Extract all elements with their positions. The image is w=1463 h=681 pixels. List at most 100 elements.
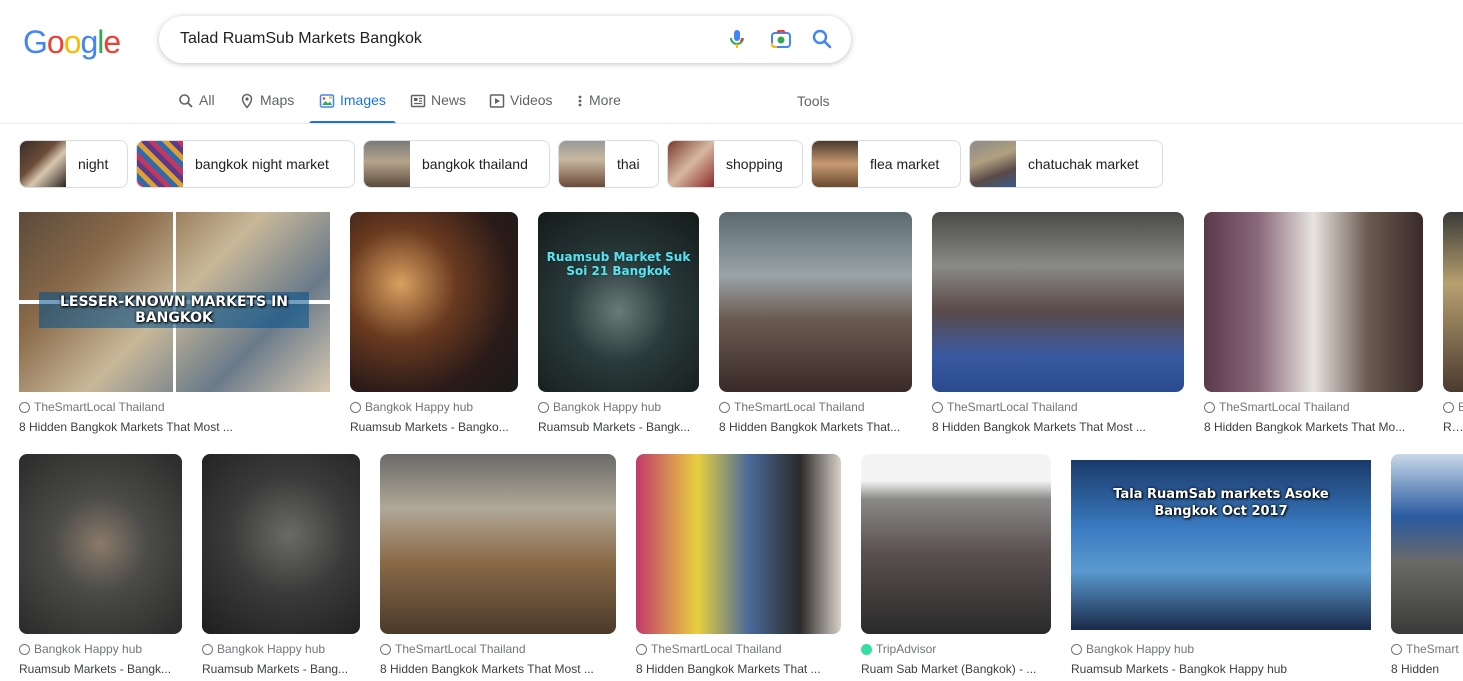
result-title[interactable]: 8 Hidden Bangkok Markets That Most ... (19, 420, 330, 434)
image-result[interactable]: TheSmartLocal Thailand 8 Hidden Bangkok … (1204, 212, 1423, 434)
video-icon (489, 94, 505, 108)
image-result[interactable]: B Rua (1443, 212, 1463, 434)
source-name: TheSmartLocal Thailand (734, 400, 865, 414)
source-name: TheSmartLocal Thailand (1219, 400, 1350, 414)
result-title[interactable]: Ruam Sab Market (Bangkok) - ... (861, 662, 1051, 676)
tab-images[interactable]: Images (309, 88, 396, 124)
image-result[interactable]: TheSmartLocal Thailand 8 Hidden Bangkok … (719, 212, 912, 434)
result-thumbnail: Ruamsub Market Suk Soi 21 Bangkok (538, 212, 699, 392)
tab-more[interactable]: More (576, 88, 621, 124)
result-source: Bangkok Happy hub (1071, 642, 1371, 656)
result-title[interactable]: 8 Hidden (1391, 662, 1463, 676)
tab-all[interactable]: All (178, 88, 215, 124)
chip-thumbnail (812, 141, 858, 187)
result-source: TheSmartLocal Thailand (1204, 400, 1423, 414)
site-favicon (932, 401, 943, 413)
google-logo[interactable]: Google (23, 24, 121, 61)
result-thumbnail (932, 212, 1184, 392)
image-result[interactable]: TheSmartLocal Thailand 8 Hidden Bangkok … (380, 454, 616, 676)
result-title[interactable]: Rua (1443, 420, 1463, 434)
result-title[interactable]: Ruamsub Markets - Bangk... (19, 662, 182, 676)
source-name: Bangkok Happy hub (1086, 642, 1195, 656)
site-favicon (202, 643, 213, 655)
image-result[interactable]: TheSmartLocal Thailand 8 Hidden Bangkok … (932, 212, 1184, 434)
image-result[interactable]: TheSmartLocal Thailand 8 Hidden Bangkok … (636, 454, 841, 676)
microphone-icon[interactable] (725, 27, 749, 51)
image-result[interactable]: Bangkok Happy hub Ruamsub Markets - Bang… (350, 212, 518, 434)
result-thumbnail: LESSER-KNOWN MARKETS IN BANGKOK (19, 212, 330, 392)
chip-shopping[interactable]: shopping (667, 140, 803, 188)
result-source: B (1443, 400, 1463, 414)
result-title[interactable]: Ruamsub Markets - Bangko... (350, 420, 518, 434)
site-favicon (719, 401, 730, 413)
chip-chatuchak-market[interactable]: chatuchak market (969, 140, 1163, 188)
result-title[interactable]: Ruamsub Markets - Bangk... (538, 420, 699, 434)
search-icon[interactable] (810, 27, 834, 51)
tab-label: Images (340, 92, 386, 108)
tripadvisor-favicon (861, 643, 872, 655)
result-source: Bangkok Happy hub (19, 642, 182, 656)
tab-videos[interactable]: Videos (489, 88, 553, 124)
result-thumbnail (636, 454, 841, 634)
tools-label: Tools (797, 93, 830, 109)
result-thumbnail (1204, 212, 1423, 392)
image-result[interactable]: LESSER-KNOWN MARKETS IN BANGKOK TheSmart… (19, 212, 330, 434)
header-divider (0, 123, 1463, 124)
search-input[interactable]: Talad RuamSub Markets Bangkok (180, 30, 422, 48)
tab-label: News (431, 92, 467, 108)
chip-label: night (78, 156, 109, 172)
camera-lens-icon[interactable] (769, 27, 793, 51)
chip-flea-market[interactable]: flea market (811, 140, 961, 188)
logo-letter: e (103, 24, 121, 60)
result-thumbnail (1443, 212, 1463, 392)
source-name: Bangkok Happy hub (217, 642, 326, 656)
result-thumbnail (380, 454, 616, 634)
result-title[interactable]: 8 Hidden Bangkok Markets That Most ... (932, 420, 1184, 434)
chip-label: flea market (870, 156, 940, 172)
search-box[interactable]: Talad RuamSub Markets Bangkok (159, 16, 851, 63)
tools-button[interactable]: Tools (797, 88, 830, 124)
result-source: TheSmartLocal Thailand (932, 400, 1184, 414)
site-favicon (1071, 643, 1082, 655)
image-result[interactable]: Bangkok Happy hub Ruamsub Markets - Bang… (202, 454, 360, 676)
chip-label: chatuchak market (1028, 156, 1139, 172)
result-source: TheSmart (1391, 642, 1463, 656)
image-result[interactable]: Bangkok Happy hub Ruamsub Markets - Bang… (19, 454, 182, 676)
result-source: Bangkok Happy hub (350, 400, 518, 414)
source-name: Bangkok Happy hub (365, 400, 474, 414)
chip-label: thai (617, 156, 640, 172)
image-icon (319, 94, 335, 108)
image-result[interactable]: Ruamsub Market Suk Soi 21 Bangkok Bangko… (538, 212, 699, 434)
chip-thai[interactable]: thai (558, 140, 659, 188)
map-pin-icon (241, 93, 253, 109)
tab-maps[interactable]: Maps (239, 88, 294, 124)
overlay-caption: Ruamsub Market Suk Soi 21 Bangkok (546, 250, 691, 278)
site-favicon (1391, 643, 1402, 655)
logo-letter: g (80, 24, 98, 60)
chip-night[interactable]: night (19, 140, 128, 188)
chip-bangkok-night-market[interactable]: bangkok night market (136, 140, 355, 188)
site-favicon (1443, 401, 1454, 413)
result-source: TheSmartLocal Thailand (19, 400, 330, 414)
result-title[interactable]: Ruamsub Markets - Bangkok Happy hub (1071, 662, 1371, 676)
source-name: TheSmart (1406, 642, 1459, 656)
result-source: TheSmartLocal Thailand (380, 642, 616, 656)
result-title[interactable]: 8 Hidden Bangkok Markets That... (719, 420, 912, 434)
chip-bangkok-thailand[interactable]: bangkok thailand (363, 140, 550, 188)
result-source: Bangkok Happy hub (538, 400, 699, 414)
chip-label: shopping (726, 156, 783, 172)
chip-label: bangkok thailand (422, 156, 528, 172)
site-favicon (1204, 401, 1215, 413)
image-result[interactable]: Tala RuamSab markets Asoke Bangkok Oct 2… (1071, 454, 1371, 676)
overlay-caption: LESSER-KNOWN MARKETS IN BANGKOK (39, 292, 309, 328)
result-thumbnail (719, 212, 912, 392)
image-result[interactable]: TripAdvisor Ruam Sab Market (Bangkok) - … (861, 454, 1051, 676)
result-title[interactable]: 8 Hidden Bangkok Markets That Most ... (380, 662, 616, 676)
image-result[interactable]: TheSmart 8 Hidden (1391, 454, 1463, 676)
chip-thumbnail (364, 141, 410, 187)
result-title[interactable]: 8 Hidden Bangkok Markets That Mo... (1204, 420, 1423, 434)
result-title[interactable]: 8 Hidden Bangkok Markets That ... (636, 662, 841, 676)
source-name: TheSmartLocal Thailand (395, 642, 526, 656)
tab-news[interactable]: News (410, 88, 466, 124)
result-title[interactable]: Ruamsub Markets - Bang... (202, 662, 360, 676)
